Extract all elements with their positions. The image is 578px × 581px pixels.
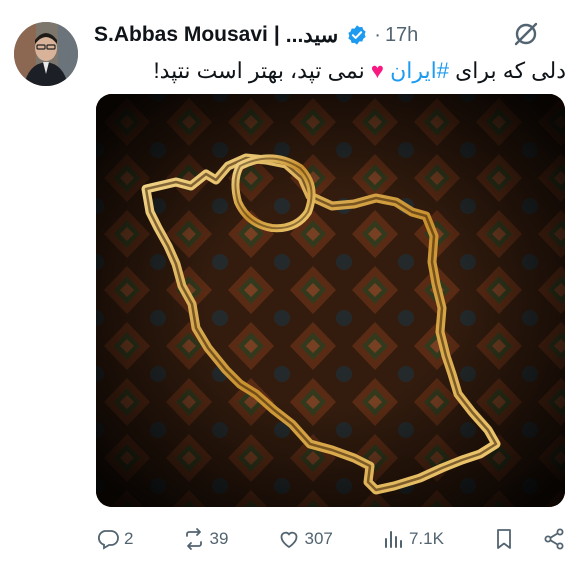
verified-icon bbox=[348, 25, 366, 45]
bookmark-share-group bbox=[492, 527, 566, 551]
share-icon[interactable] bbox=[542, 527, 566, 551]
hashtag-link[interactable]: #ایران bbox=[390, 58, 449, 83]
views-button[interactable]: 7.1K bbox=[381, 527, 444, 551]
repost-icon bbox=[185, 528, 202, 550]
author-name[interactable]: S.Abbas Mousavi bbox=[94, 23, 268, 47]
tweet-image[interactable] bbox=[96, 94, 565, 507]
reply-button[interactable]: 2 bbox=[96, 527, 133, 551]
tweet-text: دلی که برای #ایران ♥ نمی تپد، بهتر است ن… bbox=[94, 56, 566, 88]
author-separator: | bbox=[273, 23, 280, 46]
meta-dot: · bbox=[374, 23, 381, 46]
reply-count: 2 bbox=[124, 529, 134, 548]
tweet-card[interactable]: S.Abbas Mousavi | ...سید · 17h دلی که بر… bbox=[0, 0, 578, 581]
like-button[interactable]: 307 bbox=[277, 527, 333, 551]
tweet-header: S.Abbas Mousavi | ...سید · 17h bbox=[94, 18, 562, 52]
heart-emoji: ♥ bbox=[370, 58, 384, 83]
repost-button[interactable]: 39 bbox=[182, 527, 229, 551]
tweet-text-start: دلی که برای bbox=[448, 58, 566, 83]
avatar[interactable] bbox=[14, 22, 78, 86]
iran-map-image bbox=[96, 94, 565, 507]
repost-count: 39 bbox=[209, 529, 229, 548]
bookmark-icon[interactable] bbox=[492, 527, 516, 551]
avatar-image bbox=[14, 22, 78, 86]
reply-icon bbox=[97, 530, 119, 550]
like-count: 307 bbox=[304, 529, 333, 548]
tweet-actions: 2 39 307 7.1K bbox=[96, 523, 566, 555]
tweet-text-end: نمی تپد، بهتر است نتپد! bbox=[153, 58, 371, 83]
author-name-persian[interactable]: ...سید bbox=[286, 23, 338, 48]
like-icon bbox=[280, 531, 297, 549]
views-icon bbox=[384, 531, 402, 548]
timestamp[interactable]: 17h bbox=[385, 24, 418, 47]
grok-icon[interactable] bbox=[512, 20, 540, 48]
view-count: 7.1K bbox=[408, 529, 444, 548]
